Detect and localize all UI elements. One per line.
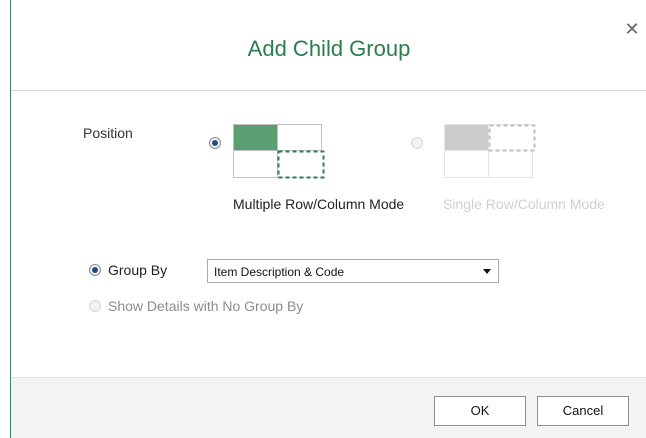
group-by-label[interactable]: Group By (108, 262, 167, 278)
cancel-button[interactable]: Cancel (537, 396, 629, 426)
group-by-radio[interactable] (89, 264, 101, 276)
no-group-by-label: Show Details with No Group By (108, 298, 304, 314)
single-row-column-radio[interactable] (411, 137, 423, 149)
multiple-row-column-label[interactable]: Multiple Row/Column Mode (233, 196, 404, 212)
multiple-row-column-radio[interactable] (209, 137, 221, 149)
single-row-column-layout-icon[interactable] (444, 124, 536, 180)
group-by-select-value: Item Description & Code (214, 265, 345, 279)
dialog-footer: OK Cancel (11, 377, 646, 438)
dialog-title: Add Child Group (247, 36, 411, 61)
group-by-select[interactable]: Item Description & Code (207, 259, 499, 283)
no-group-by-radio[interactable] (89, 300, 101, 312)
ok-button[interactable]: OK (434, 396, 526, 426)
single-row-column-label: Single Row/Column Mode (443, 196, 605, 212)
position-label: Position (83, 125, 133, 141)
dialog-header: Add Child Group ✕ (11, 0, 646, 91)
close-icon[interactable]: ✕ (623, 20, 641, 38)
add-child-group-dialog: Add Child Group ✕ Position Multiple Row/… (10, 0, 646, 438)
multiple-row-column-layout-icon[interactable] (233, 124, 325, 180)
chevron-down-icon (483, 269, 491, 274)
